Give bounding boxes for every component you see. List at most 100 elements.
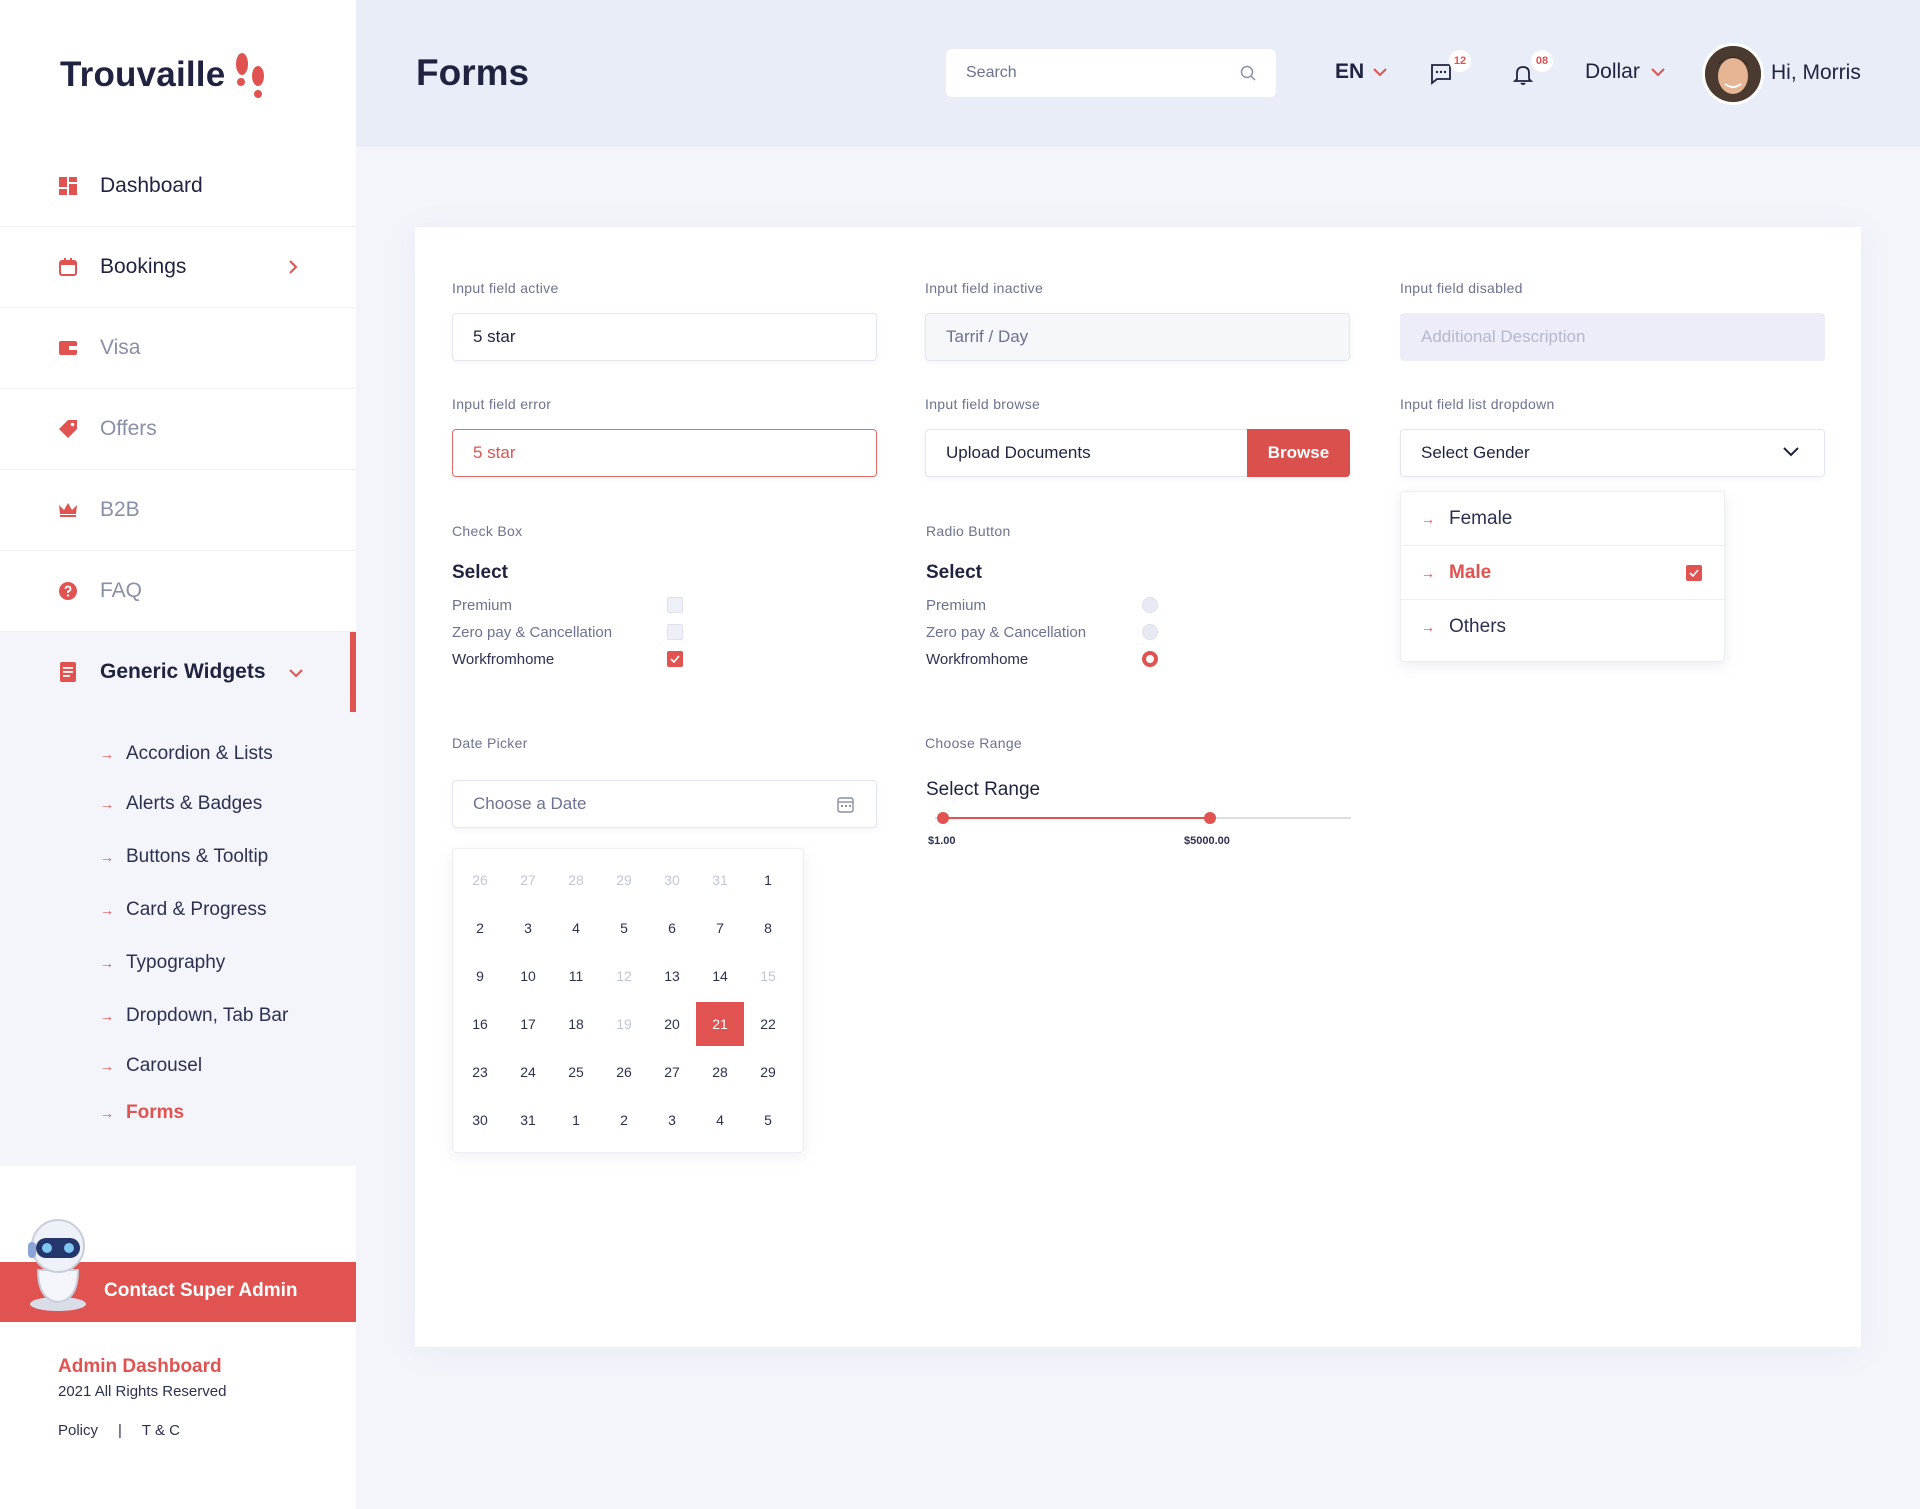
active-input[interactable]: 5 star xyxy=(452,313,877,361)
terms-link[interactable]: T & C xyxy=(142,1422,180,1439)
forms-card: Input field active 5 star Input field in… xyxy=(415,227,1861,1347)
policy-link[interactable]: Policy xyxy=(58,1422,98,1439)
submenu-item-dropdown[interactable]: → Dropdown, Tab Bar xyxy=(100,1001,288,1031)
calendar-day[interactable]: 5 xyxy=(600,906,648,950)
calendar-day[interactable]: 14 xyxy=(696,954,744,998)
calendar-day[interactable]: 1 xyxy=(552,1098,600,1142)
sidebar-item-faq[interactable]: FAQ xyxy=(0,551,356,632)
brand-logo[interactable]: Trouvaille xyxy=(60,50,269,100)
language-selector[interactable]: EN xyxy=(1335,60,1388,84)
calendar-day[interactable]: 10 xyxy=(504,954,552,998)
calendar-day[interactable]: 22 xyxy=(744,1002,792,1046)
calendar-day[interactable]: 12 xyxy=(600,954,648,998)
calendar-icon xyxy=(58,257,78,277)
calendar-day[interactable]: 28 xyxy=(696,1050,744,1094)
calendar-day[interactable]: 30 xyxy=(456,1098,504,1142)
inactive-input[interactable]: Tarrif / Day xyxy=(925,313,1350,361)
calendar-day[interactable]: 30 xyxy=(648,858,696,902)
radio-zeropay-label: Zero pay & Cancellation xyxy=(926,624,1087,641)
calendar-day[interactable]: 24 xyxy=(504,1050,552,1094)
submenu-item-accordion[interactable]: → Accordion & Lists xyxy=(100,739,273,769)
calendar-day[interactable]: 31 xyxy=(696,858,744,902)
tag-icon xyxy=(58,419,78,439)
sidebar-item-visa[interactable]: Visa xyxy=(0,308,356,389)
submenu-item-carousel[interactable]: → Carousel xyxy=(100,1051,202,1081)
browse-button[interactable]: Browse xyxy=(1247,429,1350,477)
calendar-day[interactable]: 26 xyxy=(600,1050,648,1094)
search-box[interactable] xyxy=(946,49,1276,97)
messages-badge: 12 xyxy=(1449,50,1471,72)
calendar-day[interactable]: 26 xyxy=(456,858,504,902)
avatar[interactable] xyxy=(1702,43,1764,105)
sidebar-item-dashboard[interactable]: Dashboard xyxy=(0,146,356,227)
calendar-day[interactable]: 2 xyxy=(456,906,504,950)
radio-premium[interactable] xyxy=(1142,597,1158,613)
sidebar-item-label: Bookings xyxy=(100,255,187,278)
calendar-day[interactable]: 25 xyxy=(552,1050,600,1094)
chevron-down-icon xyxy=(289,669,303,678)
calendar-day[interactable]: 20 xyxy=(648,1002,696,1046)
range-max-handle[interactable] xyxy=(1203,812,1216,824)
calendar-day[interactable]: 28 xyxy=(552,858,600,902)
dropdown-option-male[interactable]: → Male xyxy=(1401,546,1726,600)
calendar-day[interactable]: 6 xyxy=(648,906,696,950)
calendar-day[interactable]: 7 xyxy=(696,906,744,950)
calendar-day[interactable]: 2 xyxy=(600,1098,648,1142)
calendar-day[interactable]: 29 xyxy=(600,858,648,902)
radio-workfromhome[interactable] xyxy=(1142,651,1158,667)
sidebar-item-bookings[interactable]: Bookings xyxy=(0,227,356,308)
calendar-day[interactable]: 13 xyxy=(648,954,696,998)
range-min-handle[interactable] xyxy=(937,812,950,824)
submenu-item-forms[interactable]: → Forms xyxy=(100,1098,184,1128)
gender-dropdown[interactable]: Select Gender xyxy=(1400,429,1825,477)
browse-input[interactable]: Upload Documents Browse xyxy=(925,429,1350,477)
messages-button[interactable]: 12 xyxy=(1429,50,1471,92)
error-input[interactable]: 5 star xyxy=(452,429,877,477)
radio-zeropay[interactable] xyxy=(1142,624,1158,640)
notifications-button[interactable]: 08 xyxy=(1511,50,1553,92)
calendar-day[interactable]: 23 xyxy=(456,1050,504,1094)
calendar-day[interactable]: 3 xyxy=(648,1098,696,1142)
currency-selector[interactable]: Dollar xyxy=(1585,60,1666,84)
calendar-day[interactable]: 27 xyxy=(648,1050,696,1094)
submenu-item-buttons[interactable]: → Buttons & Tooltip xyxy=(100,842,268,872)
calendar-day[interactable]: 5 xyxy=(744,1098,792,1142)
range-slider-track[interactable] xyxy=(935,812,1351,824)
calendar-day[interactable]: 19 xyxy=(600,1002,648,1046)
calendar-day[interactable]: 1 xyxy=(744,858,792,902)
sidebar-item-b2b[interactable]: B2B xyxy=(0,470,356,551)
submenu-item-card[interactable]: → Card & Progress xyxy=(100,895,266,925)
calendar-day[interactable]: 21 xyxy=(696,1002,744,1046)
page-title: Forms xyxy=(416,52,530,93)
calendar-day[interactable]: 9 xyxy=(456,954,504,998)
calendar-icon[interactable] xyxy=(837,796,854,813)
calendar-day[interactable]: 17 xyxy=(504,1002,552,1046)
dropdown-option-female[interactable]: → Female xyxy=(1401,492,1726,546)
calendar-day[interactable]: 29 xyxy=(744,1050,792,1094)
calendar-day[interactable]: 8 xyxy=(744,906,792,950)
checkbox-premium[interactable] xyxy=(667,597,683,613)
checkbox-workfromhome[interactable] xyxy=(667,651,683,667)
checkbox-zeropay[interactable] xyxy=(667,624,683,640)
calendar-day[interactable]: 4 xyxy=(552,906,600,950)
disabled-field-label: Input field disabled xyxy=(1400,280,1523,296)
footer-separator: | xyxy=(118,1422,122,1439)
calendar-day[interactable]: 31 xyxy=(504,1098,552,1142)
calendar-day[interactable]: 27 xyxy=(504,858,552,902)
calendar-day[interactable]: 3 xyxy=(504,906,552,950)
search-input[interactable] xyxy=(966,64,1240,82)
calendar-day[interactable]: 4 xyxy=(696,1098,744,1142)
sidebar-item-generic-widgets[interactable]: Generic Widgets xyxy=(0,632,356,713)
calendar-day[interactable]: 18 xyxy=(552,1002,600,1046)
wallet-icon xyxy=(58,338,78,358)
sidebar-item-offers[interactable]: Offers xyxy=(0,389,356,470)
calendar-day[interactable]: 16 xyxy=(456,1002,504,1046)
calendar-day[interactable]: 15 xyxy=(744,954,792,998)
submenu-item-alerts[interactable]: → Alerts & Badges xyxy=(100,789,262,819)
calendar-day[interactable]: 11 xyxy=(552,954,600,998)
dropdown-option-others[interactable]: → Others xyxy=(1401,600,1726,654)
submenu-item-typography[interactable]: → Typography xyxy=(100,948,225,978)
radio-group-title: Select xyxy=(926,562,982,583)
date-input[interactable]: Choose a Date xyxy=(452,780,877,828)
search-icon[interactable] xyxy=(1240,65,1256,81)
